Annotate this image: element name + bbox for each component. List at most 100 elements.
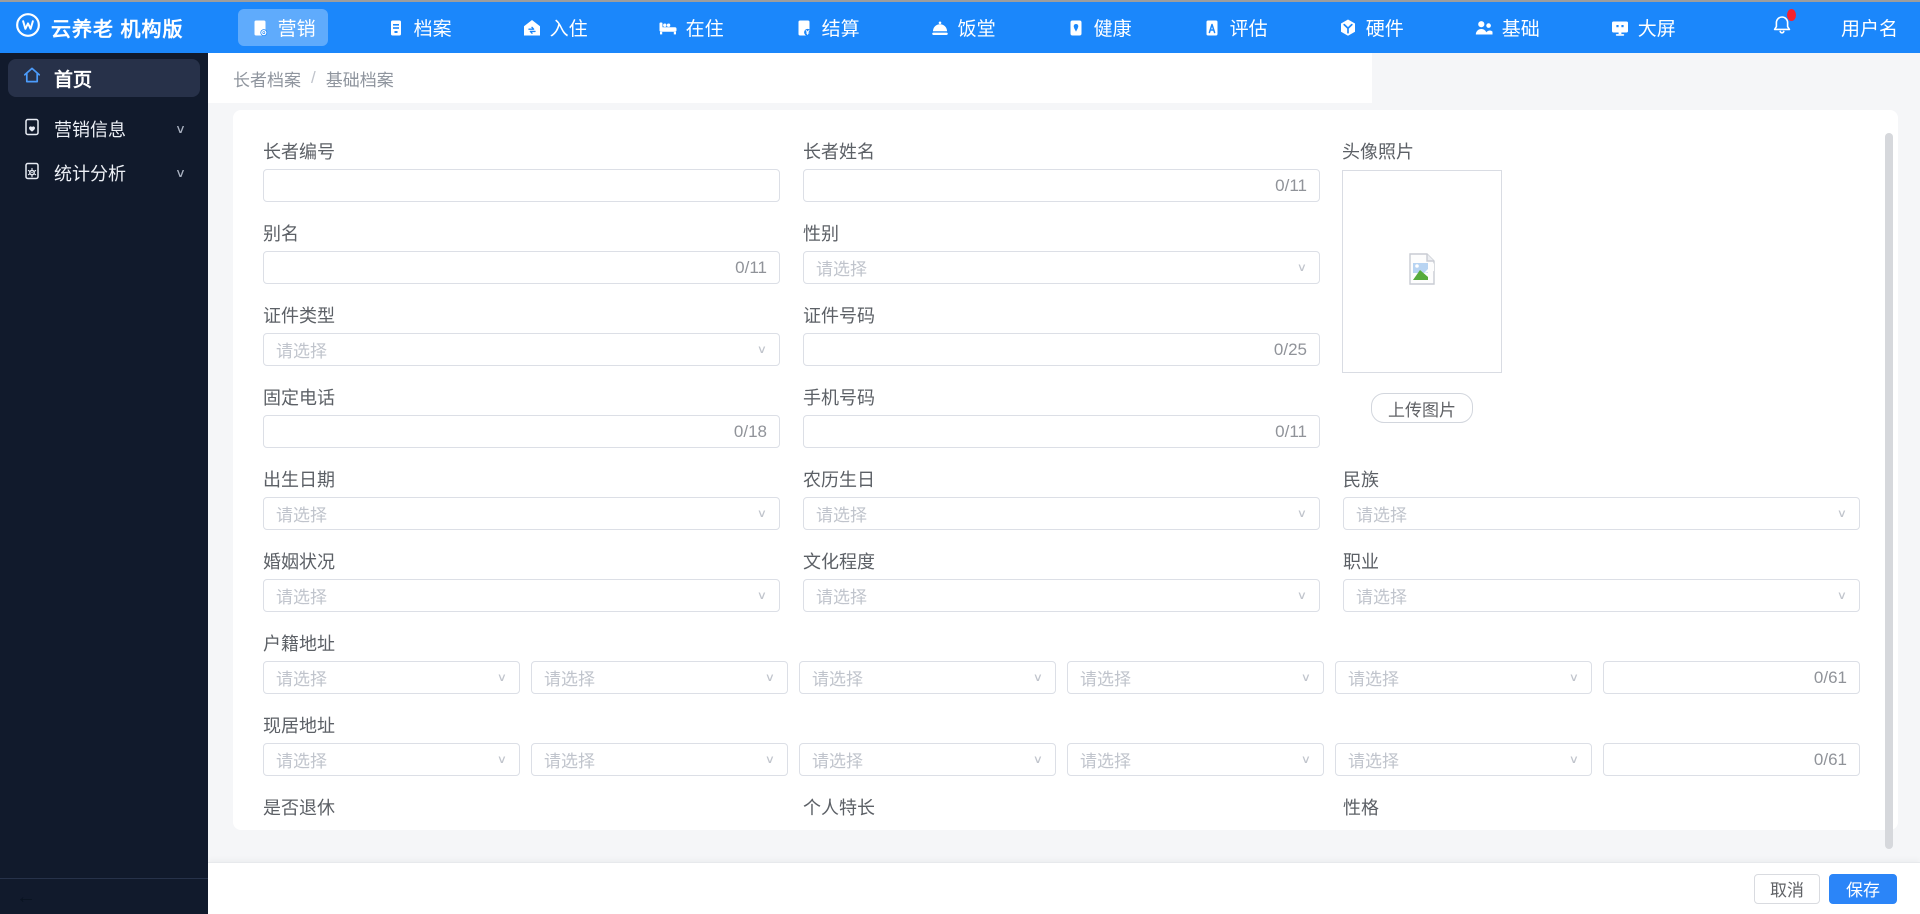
chevron-down-icon: ∨ [1296,506,1307,520]
top-nav-item-residence[interactable]: 在住 [646,9,736,46]
top-nav-label: 硬件 [1365,19,1404,40]
mobile-field: 手机号码 0/11 [803,387,1320,448]
select-placeholder: 请选择 [276,752,327,771]
household-address-region-1-select[interactable]: 请选择 ∨ [263,661,520,694]
cancel-button[interactable]: 取消 [1754,873,1820,904]
top-nav-item-health[interactable]: 健康 [1054,9,1144,46]
char-counter: 0/11 [1275,421,1307,441]
char-counter: 0/18 [733,421,767,441]
select-placeholder: 请选择 [1356,506,1407,525]
current-address-region-5-select[interactable]: 请选择 ∨ [1335,743,1592,776]
top-nav-label: 评估 [1229,19,1268,40]
sidebar-item-label: 首页 [54,69,93,91]
form-rows: 长者编号 长者姓名 0/11 别名 0/11 性别 请选择 ∨ 证件类型 请选择 ∨… [263,141,1898,819]
chevron-down-icon: ∨ [1836,506,1847,520]
avatar-upload-block: 头像照片 上传图片 [1342,141,1642,423]
top-nav-item-canteen[interactable]: 饭堂 [918,9,1008,46]
vertical-scrollbar-thumb[interactable] [1885,133,1893,849]
form-row: 长者编号 长者姓名 0/11 [263,141,1898,202]
current-address-region-3-select[interactable]: 请选择 ∨ [799,743,1056,776]
landline-input[interactable] [276,421,726,442]
sidebar-item-home[interactable]: 首页 [8,59,200,97]
ethnicity-select[interactable]: 请选择 ∨ [1343,497,1860,530]
top-nav-item-settlement[interactable]: 结算 [782,9,872,46]
topbar-right: 用户名 [1771,9,1898,41]
mobile-label: 手机号码 [803,388,875,408]
household-address-region-3-select[interactable]: 请选择 ∨ [799,661,1056,694]
alias-input-wrap: 0/11 [263,251,780,284]
top-nav-item-bigscreen[interactable]: 大屏 [1598,9,1688,46]
notification-bell-button[interactable] [1771,9,1796,41]
notification-badge [1786,9,1796,21]
lunar-birthday-label: 农历生日 [803,470,875,490]
elder-no-input[interactable] [276,175,767,196]
app-brand: 云养老 机构版 [15,12,184,43]
household-address-detail-input[interactable] [1616,667,1806,688]
assessment-icon [1202,18,1222,38]
top-nav-item-marketing[interactable]: 营销 [237,9,328,46]
household-address-region-5-select[interactable]: 请选择 ∨ [1335,661,1592,694]
upload-image-button[interactable]: 上传图片 [1371,393,1473,423]
sidebar: 首页营销信息 ∨ 统计分析 ∨ ← [0,53,208,914]
top-nav-item-checkin[interactable]: 入住 [510,9,600,46]
chevron-down-icon: ∨ [1568,752,1579,766]
marital-status-select[interactable]: 请选择 ∨ [263,579,780,612]
avatar-photo-box[interactable] [1342,170,1502,373]
save-button[interactable]: 保存 [1829,873,1897,904]
top-nav-item-archives[interactable]: 档案 [374,9,464,46]
household-address-region-4-select[interactable]: 请选择 ∨ [1067,661,1324,694]
sidebar-collapse-button[interactable]: ← [16,887,36,907]
current-address-detail-input[interactable] [1616,749,1806,770]
current-address-region-4-select[interactable]: 请选择 ∨ [1067,743,1324,776]
top-nav-item-assessment[interactable]: 评估 [1190,9,1280,46]
household-address-controls: 请选择 ∨ 请选择 ∨ 请选择 ∨ 请选择 ∨ 请选择 ∨ 0/61 [263,661,1861,694]
top-nav-label: 基础 [1501,19,1540,40]
elder-no-field: 长者编号 [263,141,780,202]
alias-input[interactable] [276,257,728,278]
form-row-labels-only: 是否退休 个人特长 性格 [263,797,1898,819]
select-placeholder: 请选择 [816,506,867,525]
sidebar-item-marketing-info[interactable]: 营销信息 ∨ [0,107,208,151]
current-address-region-1-select[interactable]: 请选择 ∨ [263,743,520,776]
select-placeholder: 请选择 [544,752,595,771]
sidebar-footer: ← [0,878,208,914]
current-address-region-2-select[interactable]: 请选择 ∨ [531,743,788,776]
elder-name-label: 长者姓名 [803,142,875,162]
sidebar-item-label: 统计分析 [54,164,126,184]
window-top-edge [0,0,1920,2]
chevron-down-icon: ∨ [1032,752,1043,766]
char-counter: 0/61 [1813,667,1847,687]
sidebar-item-statistics[interactable]: 统计分析 ∨ [0,151,208,195]
birth-date-field: 出生日期 请选择 ∨ [263,469,780,530]
household-address-region-2-select[interactable]: 请选择 ∨ [531,661,788,694]
chevron-down-icon: ∨ [1032,670,1043,684]
breadcrumb-item-basic-archive: 基础档案 [325,70,394,90]
gender-field: 性别 请选择 ∨ [803,223,1320,284]
top-nav-label: 入住 [549,19,588,40]
avatar-label: 头像照片 [1342,142,1414,162]
checkin-icon [522,18,542,38]
select-placeholder: 请选择 [816,260,867,279]
chevron-down-icon: ∨ [764,670,775,684]
id-type-select[interactable]: 请选择 ∨ [263,333,780,366]
household-address-row: 户籍地址 请选择 ∨ 请选择 ∨ 请选择 ∨ 请选择 ∨ 请选择 ∨ 0/61 [263,633,1898,694]
top-nav-menu: 营销 档案 入住 在住 结算 饭堂 健康 评估 硬件 基础 大屏 [237,9,1688,46]
lunar-birthday-select[interactable]: 请选择 ∨ [803,497,1320,530]
breadcrumb-item-elder-archive[interactable]: 长者档案 [233,66,301,91]
education-label: 文化程度 [803,552,875,572]
elder-name-input[interactable] [816,175,1268,196]
mobile-input[interactable] [816,421,1268,442]
top-nav-item-basic[interactable]: 基础 [1462,9,1552,46]
id-number-input-wrap: 0/25 [803,333,1320,366]
gender-select[interactable]: 请选择 ∨ [803,251,1320,284]
occupation-select[interactable]: 请选择 ∨ [1343,579,1860,612]
id-number-label: 证件号码 [803,306,875,326]
username-menu[interactable]: 用户名 [1841,14,1898,41]
top-nav-item-hardware[interactable]: 硬件 [1326,9,1416,46]
chevron-down-icon: ∨ [1296,260,1307,274]
form-row: 固定电话 0/18 手机号码 0/11 [263,387,1898,448]
id-number-input[interactable] [816,339,1266,360]
education-select[interactable]: 请选择 ∨ [803,579,1320,612]
birth-date-select[interactable]: 请选择 ∨ [263,497,780,530]
household-address-field: 户籍地址 请选择 ∨ 请选择 ∨ 请选择 ∨ 请选择 ∨ 请选择 ∨ 0/61 [263,633,1861,694]
